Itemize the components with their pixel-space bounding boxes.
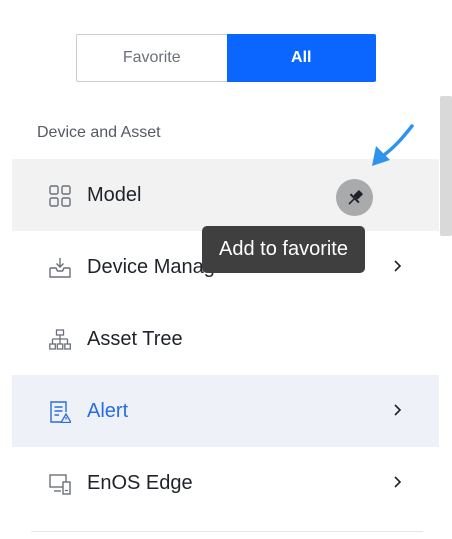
- chevron-right-icon: [394, 404, 402, 416]
- hierarchy-icon: [49, 329, 71, 350]
- divider: [31, 531, 423, 532]
- alert-document-icon: [50, 401, 71, 423]
- menu-item-label: Model: [87, 184, 142, 206]
- view-toggle: Favorite All: [76, 34, 376, 82]
- menu-item-label: Alert: [87, 400, 129, 422]
- scrollbar[interactable]: [440, 96, 452, 236]
- menu-item-alert[interactable]: Alert: [12, 375, 439, 447]
- chevron-right-icon: [394, 476, 402, 488]
- menu-item-enos-edge[interactable]: EnOS Edge: [12, 447, 439, 519]
- pin-favorite-button[interactable]: [336, 179, 373, 216]
- edge-device-icon: [49, 474, 71, 495]
- tooltip: Add to favorite: [202, 226, 365, 273]
- annotation-arrow-icon: [372, 124, 414, 166]
- grid-icon: [49, 185, 71, 207]
- favorite-tab[interactable]: Favorite: [76, 34, 227, 82]
- chevron-right-icon: [394, 260, 402, 272]
- menu-item-asset-tree[interactable]: Asset Tree: [12, 303, 439, 375]
- all-tab[interactable]: All: [226, 34, 376, 82]
- pin-icon: [347, 189, 363, 205]
- menu-item-label: EnOS Edge: [87, 472, 193, 494]
- section-title: Device and Asset: [37, 124, 161, 141]
- inbox-download-icon: [49, 258, 71, 278]
- menu-item-label: Asset Tree: [87, 328, 183, 350]
